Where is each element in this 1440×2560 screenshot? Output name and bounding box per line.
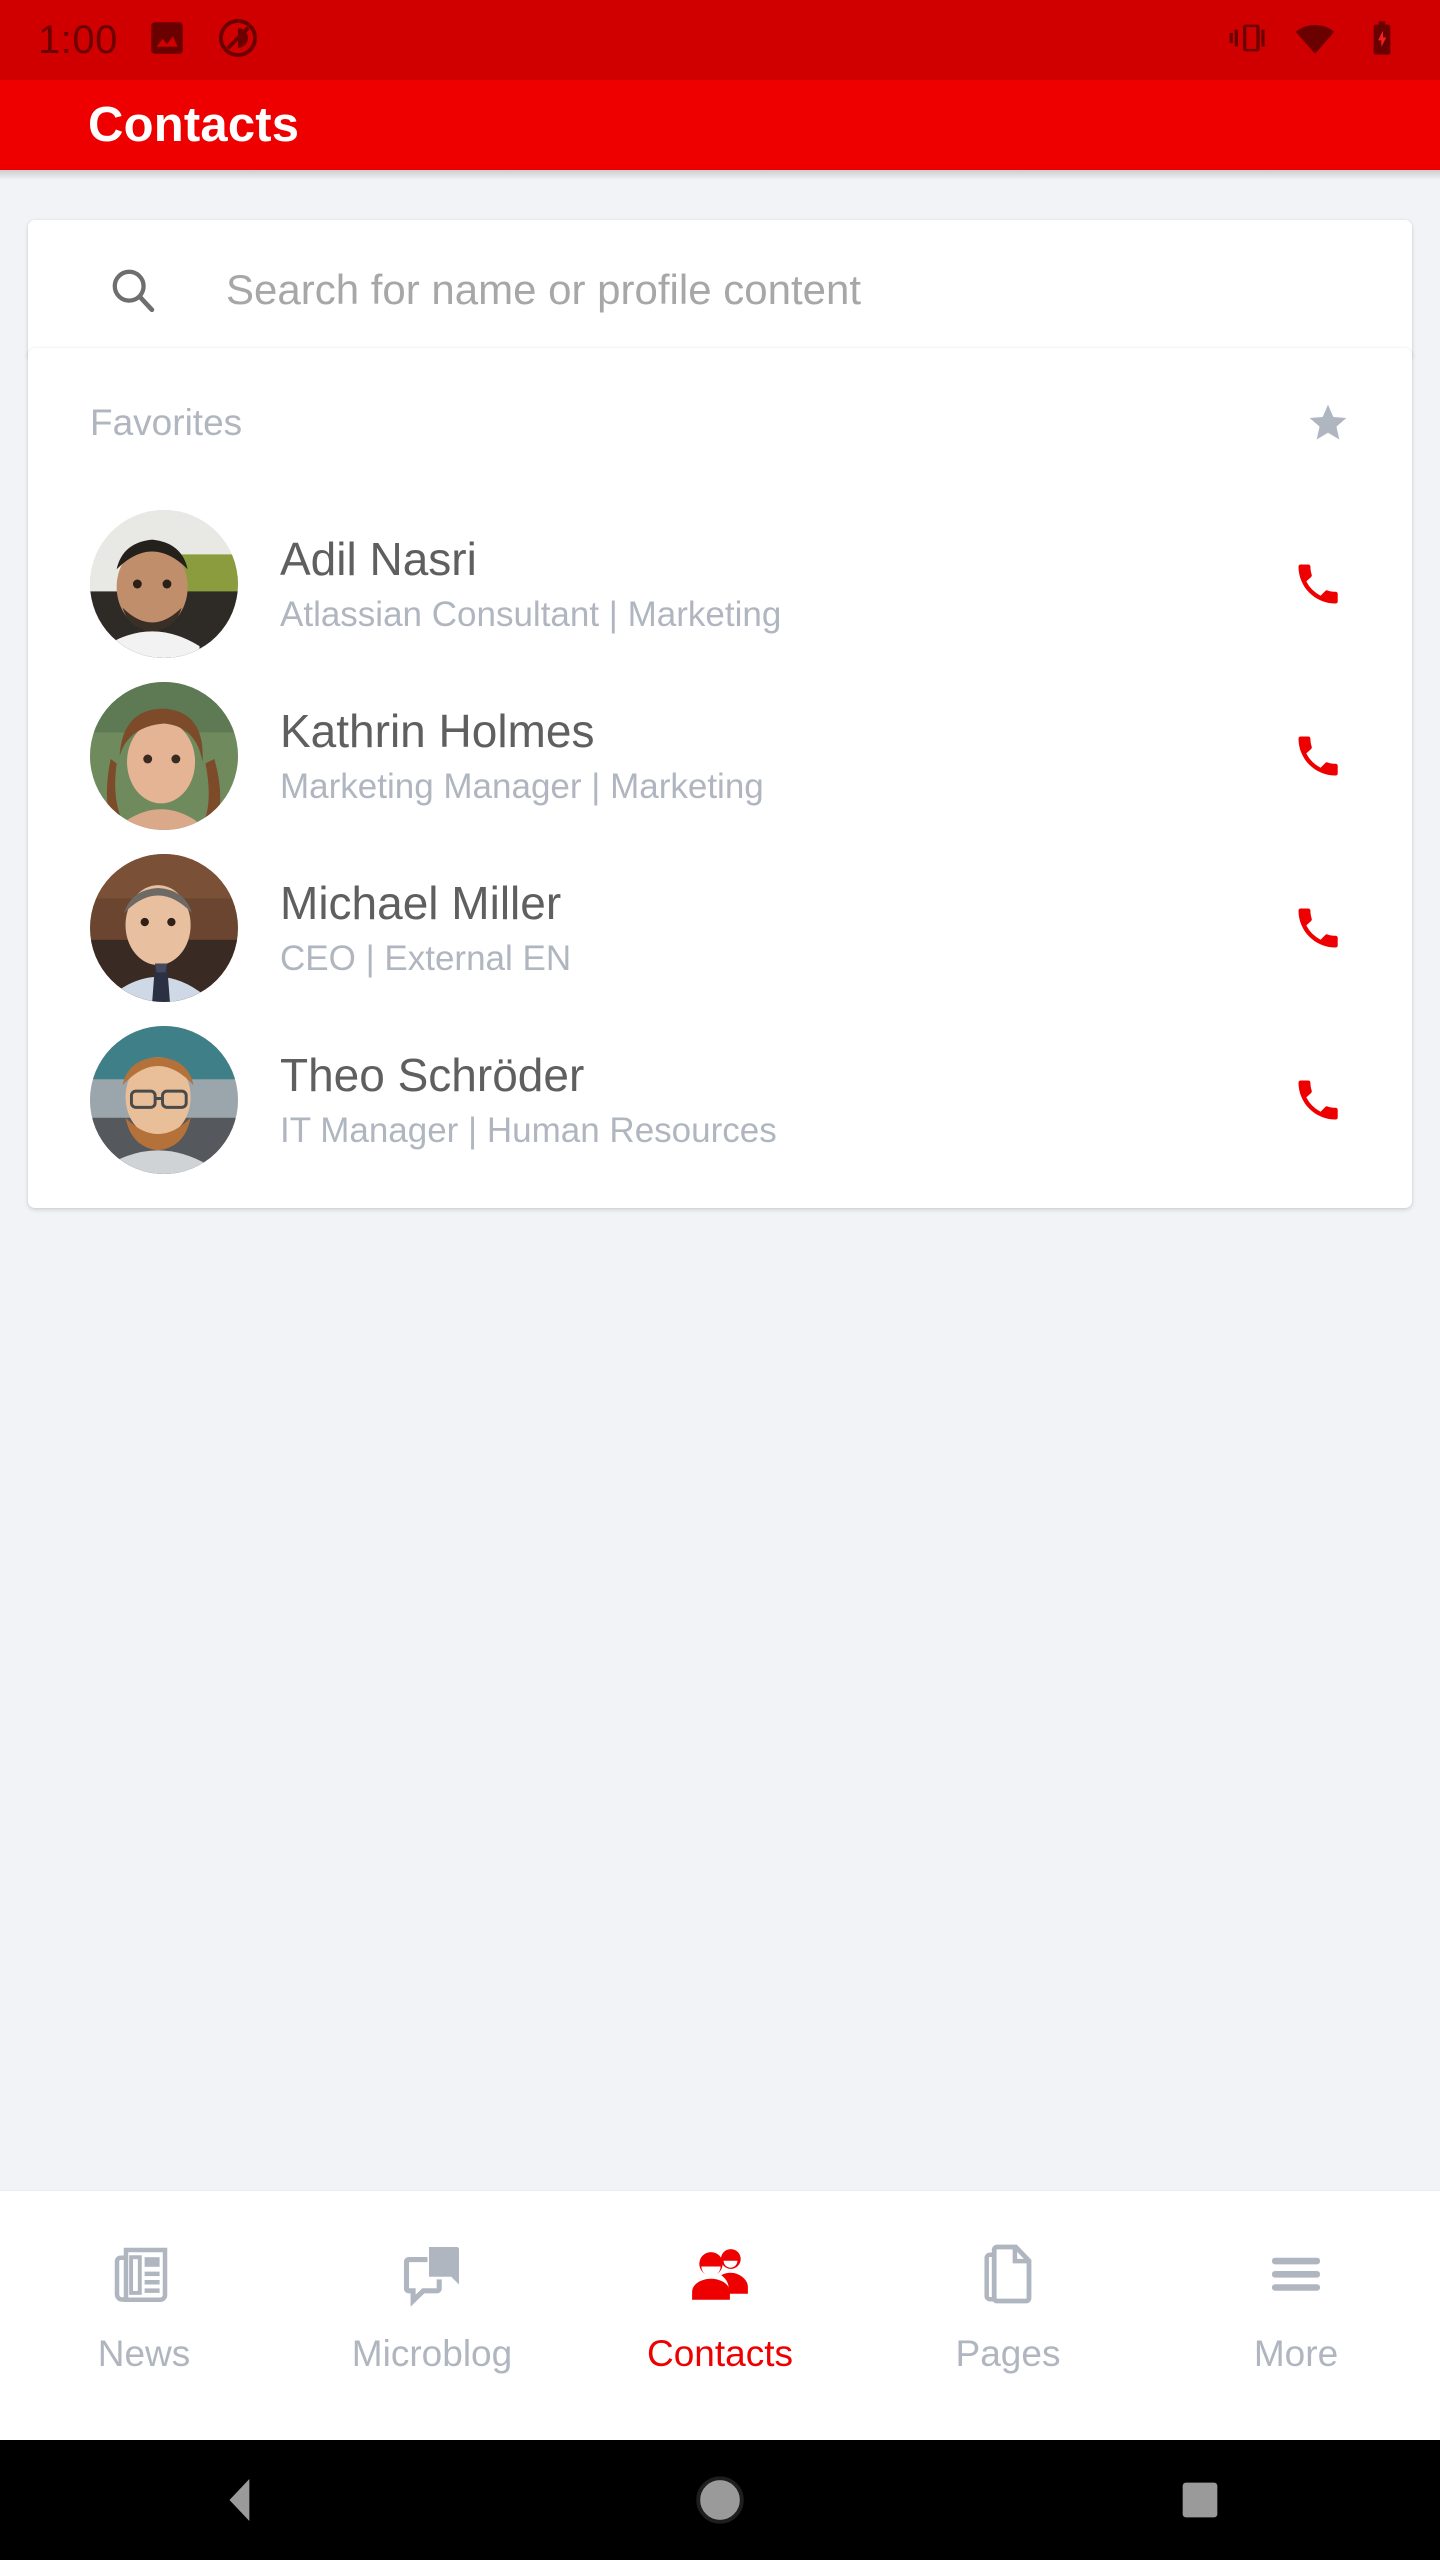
- favorites-card: Favorites Adil Nasri Atlassian Consultan…: [28, 348, 1412, 1208]
- home-circle-icon[interactable]: [660, 2440, 780, 2560]
- contact-info: Adil Nasri Atlassian Consultant | Market…: [280, 532, 1278, 635]
- app-bar-shadow: [0, 170, 1440, 180]
- contact-name: Theo Schröder: [280, 1049, 585, 1102]
- star-icon: [1306, 401, 1350, 445]
- do-not-disturb-icon: [216, 16, 260, 65]
- contact-name: Michael Miller: [280, 877, 562, 930]
- contact-info: Michael Miller CEO | External EN: [280, 876, 1278, 979]
- status-bar-right: [1228, 17, 1402, 64]
- status-bar: 1:00: [0, 0, 1440, 80]
- people-icon: [684, 2237, 756, 2311]
- page-title: Contacts: [88, 98, 300, 152]
- app-screen: 1:00 Contacts Search for name or profile…: [0, 0, 1440, 2560]
- battery-charging-icon: [1362, 18, 1402, 63]
- image-icon: [146, 17, 188, 64]
- main-content: Search for name or profile content Favor…: [0, 180, 1440, 2190]
- avatar: [90, 854, 238, 1002]
- wifi-icon: [1294, 17, 1336, 64]
- nav-item-microblog[interactable]: Microblog: [288, 2191, 576, 2440]
- nav-label: News: [97, 2333, 191, 2374]
- nav-label: Microblog: [351, 2333, 513, 2374]
- nav-label: Contacts: [646, 2333, 793, 2374]
- favorites-label: Favorites: [90, 402, 243, 443]
- app-bar: Contacts: [0, 80, 1440, 170]
- nav-item-news[interactable]: News: [0, 2191, 288, 2440]
- back-triangle-icon[interactable]: [180, 2440, 300, 2560]
- contact-info: Theo Schröder IT Manager | Human Resourc…: [280, 1048, 1278, 1151]
- nav-item-contacts[interactable]: Contacts: [576, 2191, 864, 2440]
- contact-name: Adil Nasri: [280, 533, 477, 586]
- contact-subtitle: Marketing Manager | Marketing: [280, 766, 764, 806]
- nav-item-more[interactable]: More: [1152, 2191, 1440, 2440]
- nav-item-pages[interactable]: Pages: [864, 2191, 1152, 2440]
- nav-label: Pages: [955, 2333, 1061, 2374]
- speech-bubble-icon: [396, 2237, 468, 2311]
- search-input[interactable]: Search for name or profile content: [226, 266, 861, 314]
- avatar: [90, 1026, 238, 1174]
- contact-row[interactable]: Adil Nasri Atlassian Consultant | Market…: [28, 498, 1412, 670]
- contact-name: Kathrin Holmes: [280, 705, 595, 758]
- search-bar[interactable]: Search for name or profile content: [28, 220, 1412, 360]
- newspaper-icon: [108, 2237, 180, 2311]
- phone-icon[interactable]: [1278, 1060, 1358, 1140]
- avatar: [90, 510, 238, 658]
- recents-square-icon[interactable]: [1140, 2440, 1260, 2560]
- favorites-header: Favorites: [28, 348, 1412, 498]
- contact-subtitle: IT Manager | Human Resources: [280, 1110, 777, 1150]
- android-navigation-bar: [0, 2440, 1440, 2560]
- nav-label: More: [1253, 2333, 1339, 2374]
- contact-row[interactable]: Kathrin Holmes Marketing Manager | Marke…: [28, 670, 1412, 842]
- status-bar-left: 1:00: [38, 16, 260, 65]
- phone-icon[interactable]: [1278, 544, 1358, 624]
- phone-icon[interactable]: [1278, 716, 1358, 796]
- contact-row[interactable]: Theo Schröder IT Manager | Human Resourc…: [28, 1014, 1412, 1186]
- bottom-navigation: News Microblog Contacts Pages More: [0, 2190, 1440, 2440]
- contact-row[interactable]: Michael Miller CEO | External EN: [28, 842, 1412, 1014]
- search-icon: [106, 263, 160, 317]
- vibrate-icon: [1228, 18, 1268, 63]
- hamburger-menu-icon: [1260, 2237, 1332, 2311]
- status-bar-clock: 1:00: [38, 18, 118, 62]
- avatar: [90, 682, 238, 830]
- contact-subtitle: Atlassian Consultant | Marketing: [280, 594, 782, 634]
- contact-subtitle: CEO | External EN: [280, 938, 572, 978]
- document-icon: [972, 2237, 1044, 2311]
- contact-info: Kathrin Holmes Marketing Manager | Marke…: [280, 704, 1278, 807]
- phone-icon[interactable]: [1278, 888, 1358, 968]
